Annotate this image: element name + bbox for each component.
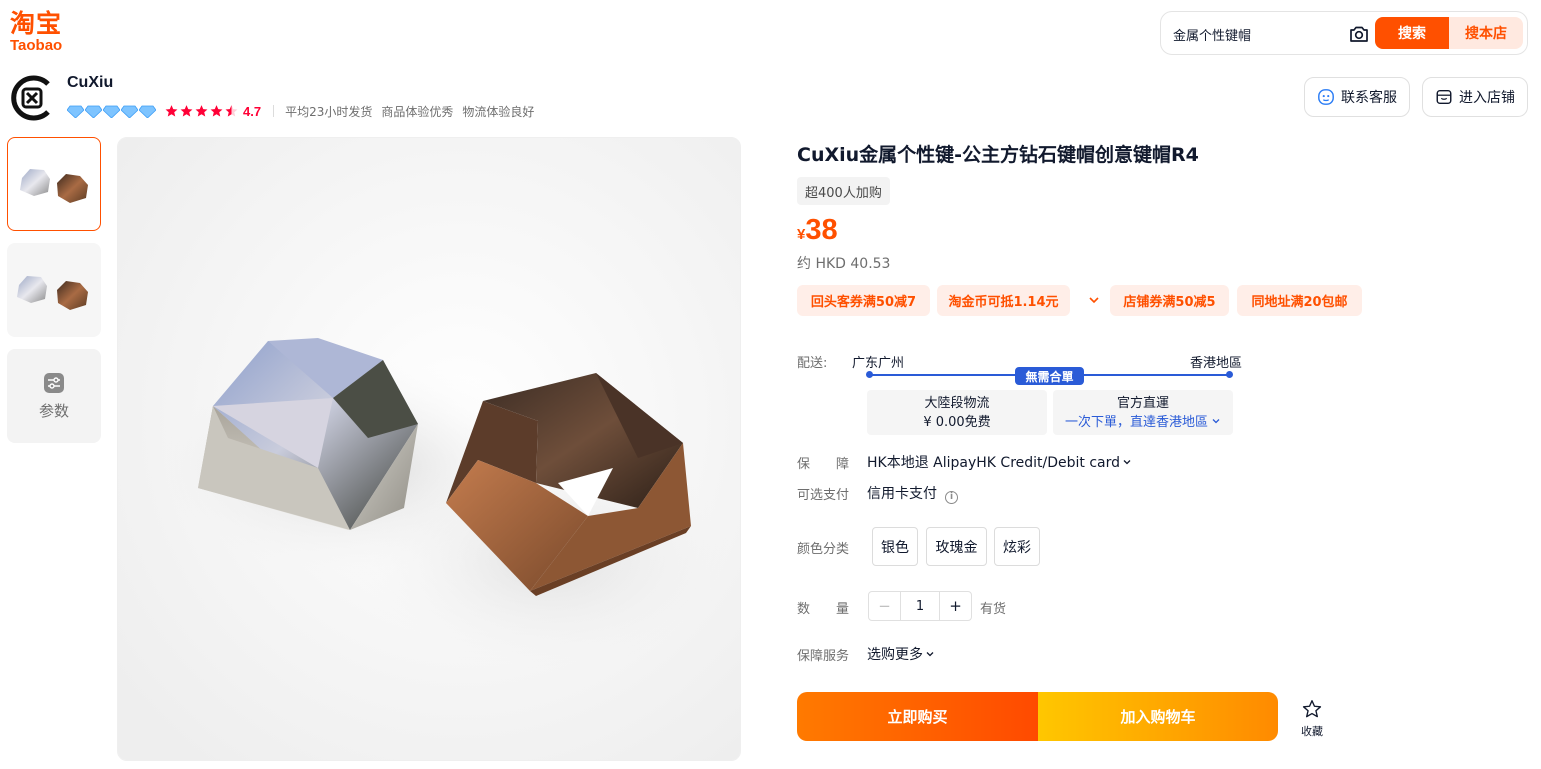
service-label: 保障服务: [797, 649, 850, 664]
logo-en-text: Taobao: [10, 37, 63, 54]
mainland-leg-title: 大陸段物流: [924, 395, 990, 411]
star-rating: [164, 104, 239, 118]
logo-cn-text: 淘宝: [10, 9, 63, 38]
coupon-tag[interactable]: 回头客券满50减7: [797, 285, 930, 316]
star-icon: [165, 105, 178, 117]
shop-meta: 4.7 平均23小时发货 商品体验优秀 物流体验良好: [67, 102, 543, 120]
diamond-icon: [121, 105, 138, 118]
diamond-icon: [85, 105, 102, 118]
quantity-input[interactable]: 1: [901, 592, 939, 620]
chevron-down-icon: [926, 652, 934, 657]
payment-value: 信用卡支付 i: [867, 483, 958, 504]
star-icon: [195, 105, 208, 117]
params-label: 参数: [38, 401, 69, 420]
product-title: CuXiu金属个性键-公主方钻石键帽创意键帽R4: [797, 144, 1199, 166]
info-icon[interactable]: i: [945, 491, 958, 504]
buy-now-button[interactable]: 立即购买: [797, 692, 1038, 741]
diamond-level: [67, 105, 156, 118]
ship-from: 广东广州: [852, 356, 905, 371]
contact-service-label: 联系客服: [1341, 90, 1397, 106]
payment-label: 可选支付: [797, 488, 850, 503]
shop-tag: 商品体验优秀: [381, 104, 454, 119]
service-value[interactable]: 选购更多: [867, 644, 935, 664]
direct-leg-link[interactable]: 一次下單，直達香港地區: [1065, 413, 1221, 432]
color-option[interactable]: 玫瑰金: [926, 527, 987, 566]
search-button[interactable]: 搜索: [1375, 17, 1449, 49]
favorite-button[interactable]: 收藏: [1296, 698, 1328, 740]
hkd-price: 约 HKD 40.53: [797, 256, 891, 272]
diamond-icon: [67, 105, 84, 118]
thumbnail-1[interactable]: [7, 137, 101, 231]
keycaps-thumbnail-image: [17, 276, 88, 310]
color-option[interactable]: 炫彩: [994, 527, 1040, 566]
sold-badge: 超400人加购: [797, 177, 890, 205]
keycaps-thumbnail-image: [20, 169, 88, 203]
chevron-down-icon: [1123, 460, 1131, 465]
quantity-label: 数 量: [797, 602, 850, 617]
star-outline-icon: [1302, 700, 1322, 718]
taobao-logo[interactable]: 淘宝 Taobao: [10, 10, 74, 56]
color-option[interactable]: 银色: [872, 527, 918, 566]
mainland-leg-value: ¥ 0.00免费: [923, 414, 991, 430]
coupon-tag[interactable]: 淘金币可抵1.14元: [937, 285, 1070, 316]
diamond-icon: [139, 105, 156, 118]
direct-leg-box[interactable]: 官方直運 一次下單，直達香港地區: [1053, 390, 1233, 435]
customer-service-icon: [1318, 89, 1334, 105]
increase-button[interactable]: +: [939, 592, 971, 620]
price: ¥38: [797, 214, 838, 247]
direct-leg-title: 官方直運: [1116, 395, 1169, 411]
star-icon: [210, 105, 223, 117]
favorite-label: 收藏: [1301, 725, 1323, 738]
route-start-dot: [866, 371, 873, 378]
camera-icon[interactable]: [1347, 22, 1371, 46]
shop-name[interactable]: CuXiu: [67, 74, 113, 92]
thumbnail-2[interactable]: [7, 243, 101, 337]
guarantee-label: 保 障: [797, 457, 850, 472]
shop-tag: 平均23小时发货: [285, 104, 373, 119]
sliders-icon: [44, 372, 64, 393]
search-input[interactable]: [1173, 23, 1343, 45]
shipping-label: 配送:: [797, 356, 828, 371]
guarantee-value[interactable]: HK本地退 AlipayHK Credit/Debit card: [867, 452, 1132, 472]
route-end-dot: [1226, 371, 1233, 378]
quantity-stepper: − 1 +: [868, 591, 972, 621]
star-half-icon: [225, 105, 238, 117]
star-icon: [180, 105, 193, 117]
coupon-tag[interactable]: 店铺券满50减5: [1110, 285, 1229, 316]
no-consolidation-badge: 無需合單: [1015, 367, 1084, 385]
chevron-down-icon: [1212, 418, 1220, 423]
enter-store-label: 进入店铺: [1459, 90, 1515, 106]
contact-service-button[interactable]: 联系客服: [1304, 77, 1410, 117]
diamond-icon: [103, 105, 120, 118]
mainland-leg-box: 大陸段物流 ¥ 0.00免费: [867, 390, 1047, 435]
chevron-down-icon[interactable]: [1086, 292, 1102, 308]
color-label: 颜色分类: [797, 542, 850, 557]
ship-to: 香港地區: [1190, 356, 1243, 371]
coupon-tag[interactable]: 同地址满20包邮: [1237, 285, 1362, 316]
decrease-button[interactable]: −: [869, 592, 901, 620]
main-product-image[interactable]: [117, 137, 741, 761]
stock-status: 有货: [980, 602, 1007, 617]
params-tab[interactable]: 参数: [7, 349, 101, 443]
price-value: 38: [805, 214, 838, 246]
store-icon: [1436, 89, 1452, 105]
keycaps-image: [118, 138, 740, 760]
add-to-cart-button[interactable]: 加入购物车: [1038, 692, 1278, 741]
shop-tag: 物流体验良好: [462, 104, 535, 119]
search-store-button[interactable]: 搜本店: [1449, 17, 1523, 49]
rating-value: 4.7: [243, 103, 262, 119]
shop-avatar[interactable]: [8, 74, 56, 122]
divider: [273, 105, 275, 117]
search-bar: 搜索 搜本店: [1160, 11, 1528, 55]
enter-store-button[interactable]: 进入店铺: [1422, 77, 1528, 117]
